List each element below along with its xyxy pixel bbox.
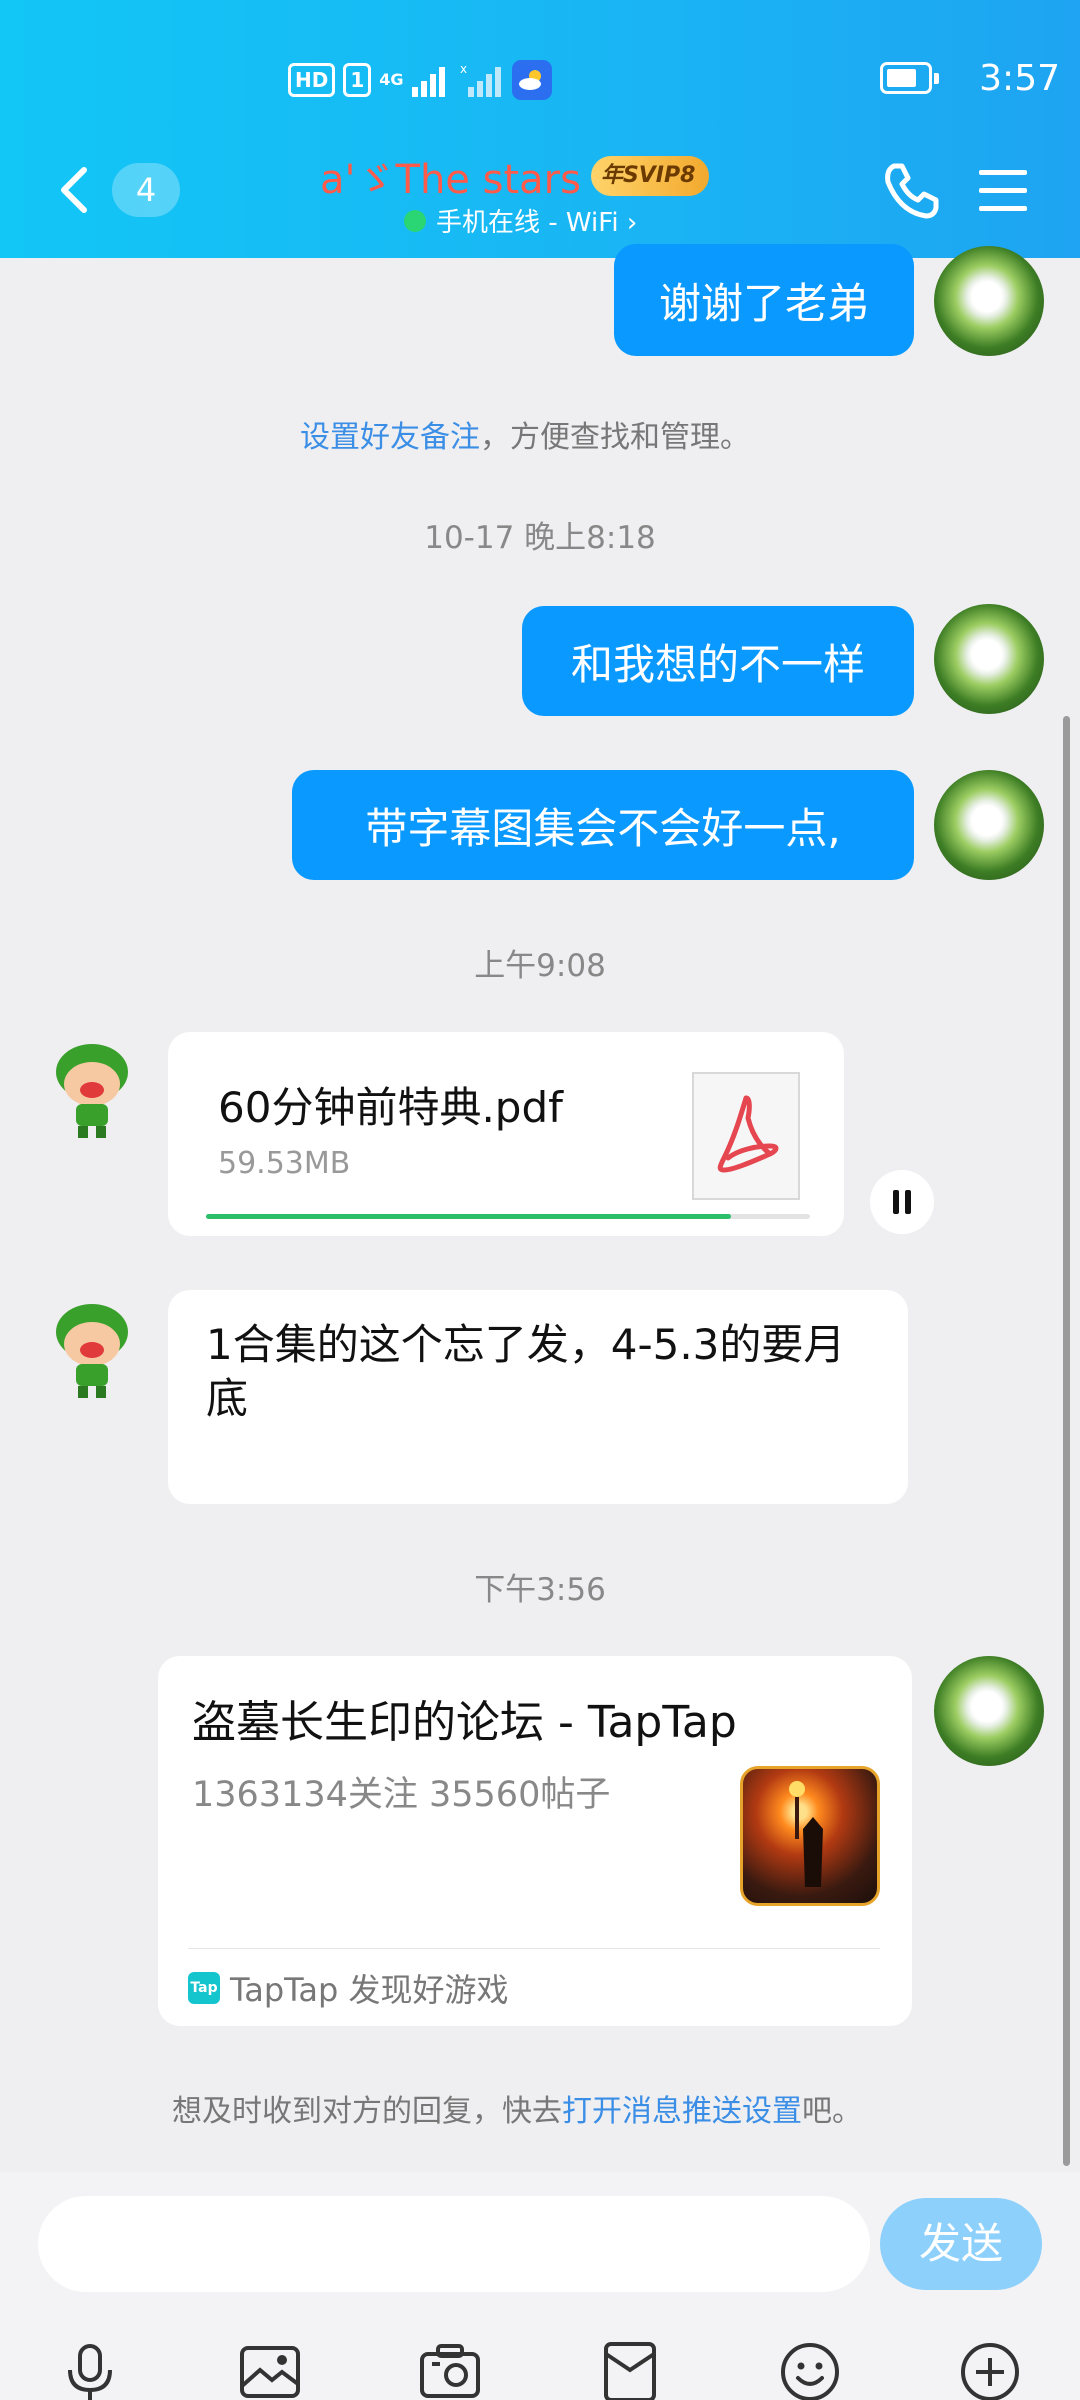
sim-icon: 1 bbox=[343, 63, 372, 97]
incoming-message[interactable]: 1合集的这个忘了发，4-5.3的要月底 bbox=[168, 1290, 908, 1504]
status-time: 3:57 bbox=[979, 58, 1060, 99]
taptap-logo-icon: Tap bbox=[188, 1972, 220, 2004]
outgoing-message[interactable]: 带字幕图集会不会好一点, bbox=[292, 770, 914, 880]
chat-title[interactable]: a'ゞThe stars 年SVIP8 bbox=[320, 148, 710, 204]
menu-icon[interactable] bbox=[975, 164, 1031, 216]
unread-count-badge[interactable]: 4 bbox=[112, 163, 180, 217]
avatar[interactable] bbox=[934, 604, 1044, 714]
avatar[interactable] bbox=[934, 770, 1044, 880]
friend-note-text: ，方便查找和管理。 bbox=[480, 420, 750, 455]
status-bar-left: HD 1 4G x bbox=[288, 58, 552, 102]
avatar[interactable] bbox=[52, 1040, 132, 1140]
share-title: 盗墓长生印的论坛 - TapTap bbox=[192, 1697, 737, 1748]
svg-text:x: x bbox=[460, 63, 467, 76]
phone-icon[interactable] bbox=[880, 160, 940, 220]
back-chevron-icon[interactable] bbox=[48, 160, 104, 220]
file-message[interactable]: 60分钟前特典.pdf 59.53MB bbox=[168, 1032, 844, 1236]
share-card[interactable]: 盗墓长生印的论坛 - TapTap 1363134关注 35560帖子 Tap … bbox=[158, 1656, 912, 2026]
send-button[interactable]: 发送 bbox=[880, 2198, 1042, 2290]
push-settings-notice: 想及时收到对方的回复，快去打开消息推送设置吧。 bbox=[172, 2086, 862, 2130]
battery-icon bbox=[880, 62, 939, 94]
microphone-icon[interactable] bbox=[58, 2340, 122, 2400]
share-source-text: TapTap 发现好游戏 bbox=[230, 1971, 509, 2009]
avatar[interactable] bbox=[934, 246, 1044, 356]
contact-name: a'ゞThe stars bbox=[320, 157, 581, 203]
weather-icon bbox=[511, 60, 552, 100]
push-note-suffix: 吧。 bbox=[802, 2094, 862, 2129]
online-status[interactable]: 手机在线 - WiFi › bbox=[404, 202, 637, 239]
message-text: 1合集的这个忘了发，4-5.3的要月底 bbox=[206, 1320, 846, 1423]
download-progress bbox=[206, 1214, 810, 1219]
chat-header: HD 1 4G x 3:57 4 a'ゞThe stars 年SVIP8 手机在… bbox=[0, 0, 1080, 258]
avatar[interactable] bbox=[52, 1300, 132, 1400]
camera-icon[interactable] bbox=[418, 2340, 482, 2400]
red-packet-icon[interactable] bbox=[598, 2340, 662, 2400]
file-name: 60分钟前特典.pdf bbox=[218, 1083, 563, 1132]
hd-icon: HD bbox=[288, 63, 336, 97]
download-progress-fill bbox=[206, 1214, 732, 1219]
set-friend-note-link[interactable]: 设置好友备注 bbox=[300, 420, 480, 455]
push-note-prefix: 想及时收到对方的回复，快去 bbox=[172, 2094, 562, 2129]
game-thumbnail bbox=[740, 1766, 880, 1906]
timestamp: 10-17 晚上8:18 bbox=[424, 520, 656, 556]
share-description: 1363134关注 35560帖子 bbox=[192, 1775, 611, 1815]
online-dot-icon bbox=[404, 209, 426, 232]
pause-icon bbox=[893, 1190, 911, 1214]
timestamp: 上午9:08 bbox=[474, 948, 606, 984]
friend-note-notice: 设置好友备注，方便查找和管理。 bbox=[300, 412, 750, 456]
pdf-icon bbox=[692, 1072, 800, 1200]
status-bar-right: 3:57 bbox=[880, 56, 1080, 102]
input-bar: 发送 bbox=[0, 2172, 1080, 2400]
file-size: 59.53MB bbox=[218, 1146, 351, 1181]
share-divider bbox=[188, 1948, 880, 1949]
share-source: Tap TapTap 发现好游戏 bbox=[188, 1968, 509, 2009]
emoji-icon[interactable] bbox=[778, 2340, 842, 2400]
chat-scrollbar[interactable] bbox=[1063, 716, 1070, 2166]
signal-no-service-icon: x bbox=[460, 63, 501, 97]
network-label: 4G bbox=[379, 70, 404, 89]
avatar[interactable] bbox=[934, 1656, 1044, 1766]
outgoing-message[interactable]: 谢谢了老弟 bbox=[614, 244, 914, 356]
online-status-text: 手机在线 - WiFi › bbox=[436, 208, 638, 238]
pause-download-button[interactable] bbox=[870, 1170, 934, 1234]
image-icon[interactable] bbox=[238, 2340, 302, 2400]
svip-badge: 年SVIP8 bbox=[590, 156, 710, 196]
outgoing-message[interactable]: 和我想的不一样 bbox=[522, 606, 914, 716]
signal-icon bbox=[411, 67, 445, 97]
plus-icon[interactable] bbox=[958, 2340, 1022, 2400]
open-push-settings-link[interactable]: 打开消息推送设置 bbox=[562, 2094, 802, 2129]
timestamp: 下午3:56 bbox=[474, 1572, 606, 1608]
message-input[interactable] bbox=[38, 2196, 870, 2292]
